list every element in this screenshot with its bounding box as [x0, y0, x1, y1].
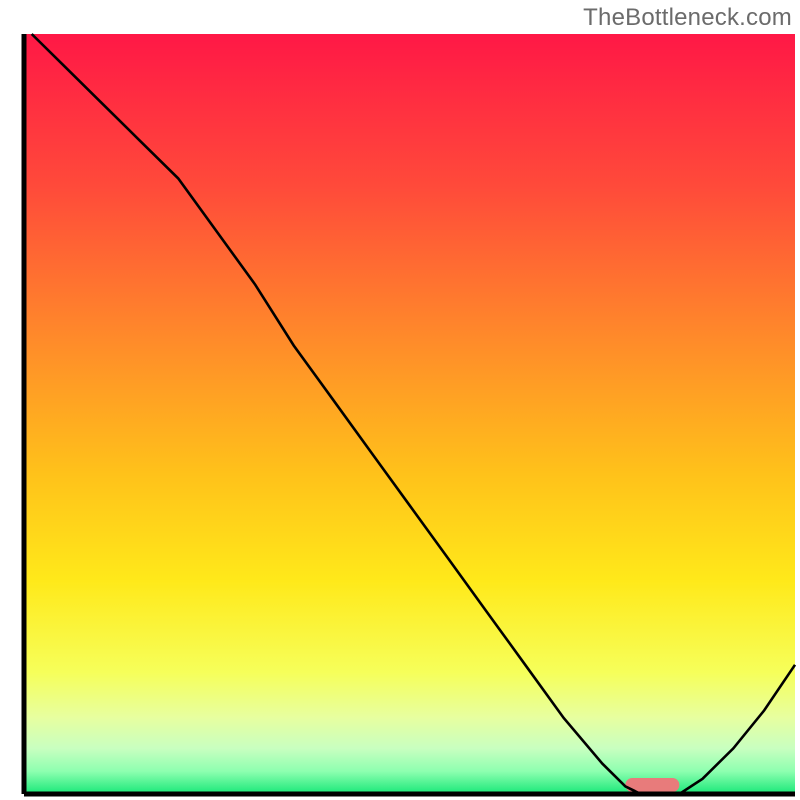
watermark-text: TheBottleneck.com: [583, 4, 792, 32]
chart-stage: TheBottleneck.com: [0, 0, 800, 800]
bottleneck-chart: [0, 0, 800, 800]
